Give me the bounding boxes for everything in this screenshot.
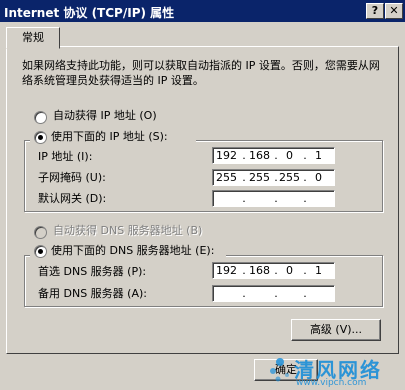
ip-dot: . bbox=[303, 192, 307, 205]
auto-ip-radio[interactable] bbox=[34, 111, 47, 124]
title-bar[interactable]: Internet 协议 (TCP/IP) 属性 ? ✕ bbox=[0, 0, 405, 22]
ip-octet-4: 1 bbox=[315, 149, 322, 162]
auto-ip-label[interactable]: 自动获得 IP 地址 (O) bbox=[53, 109, 157, 123]
ip-octet-1: 192 bbox=[216, 149, 237, 162]
dns-group-legend: 使用下面的 DNS 服务器地址 (E): bbox=[30, 242, 226, 260]
default-gateway-label: 默认网关 (D): bbox=[38, 192, 107, 205]
mask-octet-3: 255 bbox=[279, 171, 300, 184]
manual-ip-label[interactable]: 使用下面的 IP 地址 (S): bbox=[51, 130, 168, 144]
watermark-logo: 清风网络 www.vipcn.com bbox=[266, 354, 402, 388]
dns-octet-3: 0 bbox=[286, 264, 293, 277]
watermark-url: www.vipcn.com bbox=[296, 378, 367, 388]
description-text: 如果网络支持此功能，则可以获取自动指派的 IP 设置。否则，您需要从网络系统管理… bbox=[22, 59, 380, 87]
ip-dot: . bbox=[274, 287, 278, 300]
alternate-dns-field[interactable]: . . . bbox=[212, 285, 335, 302]
close-button[interactable]: ✕ bbox=[385, 3, 403, 19]
mask-octet-1: 255 bbox=[216, 171, 237, 184]
manual-dns-radio[interactable] bbox=[34, 245, 47, 258]
subnet-mask-label: 子网掩码 (U): bbox=[38, 171, 106, 184]
alternate-dns-label: 备用 DNS 服务器 (A): bbox=[38, 287, 147, 300]
ip-address-label: IP 地址 (I): bbox=[38, 150, 93, 163]
ip-group-legend: 使用下面的 IP 地址 (S): bbox=[30, 128, 196, 146]
tab-general[interactable]: 常规 bbox=[6, 27, 60, 49]
subnet-mask-field[interactable]: 255 . 255 . 255 . 0 bbox=[212, 169, 335, 186]
manual-ip-radio[interactable] bbox=[34, 131, 47, 144]
auto-dns-label[interactable]: 自动获得 DNS 服务器地址 (B) bbox=[53, 224, 202, 238]
ip-dot: . bbox=[242, 192, 246, 205]
default-gateway-field[interactable]: . . . bbox=[212, 190, 335, 207]
ip-dot: . bbox=[303, 287, 307, 300]
help-button[interactable]: ? bbox=[366, 3, 384, 19]
ip-dot: . bbox=[274, 192, 278, 205]
dns-octet-1: 192 bbox=[216, 264, 237, 277]
ip-octet-2: 168 bbox=[249, 149, 270, 162]
dns-octet-4: 1 bbox=[315, 264, 322, 277]
manual-dns-label[interactable]: 使用下面的 DNS 服务器地址 (E): bbox=[51, 244, 214, 258]
ip-address-field[interactable]: 192 . 168 . 0 . 1 bbox=[212, 147, 335, 164]
mask-octet-2: 255 bbox=[249, 171, 270, 184]
ip-dot: . bbox=[242, 287, 246, 300]
advanced-button[interactable]: 高级 (V)... bbox=[291, 319, 381, 341]
auto-dns-radio[interactable] bbox=[34, 226, 47, 239]
window-title: Internet 协议 (TCP/IP) 属性 bbox=[4, 6, 175, 20]
dns-octet-2: 168 bbox=[249, 264, 270, 277]
preferred-dns-label: 首选 DNS 服务器 (P): bbox=[38, 265, 147, 278]
watermark-swirl-icon bbox=[270, 358, 289, 382]
mask-octet-4: 0 bbox=[315, 171, 322, 184]
preferred-dns-field[interactable]: 192 . 168 . 0 . 1 bbox=[212, 262, 335, 279]
ip-octet-3: 0 bbox=[286, 149, 293, 162]
